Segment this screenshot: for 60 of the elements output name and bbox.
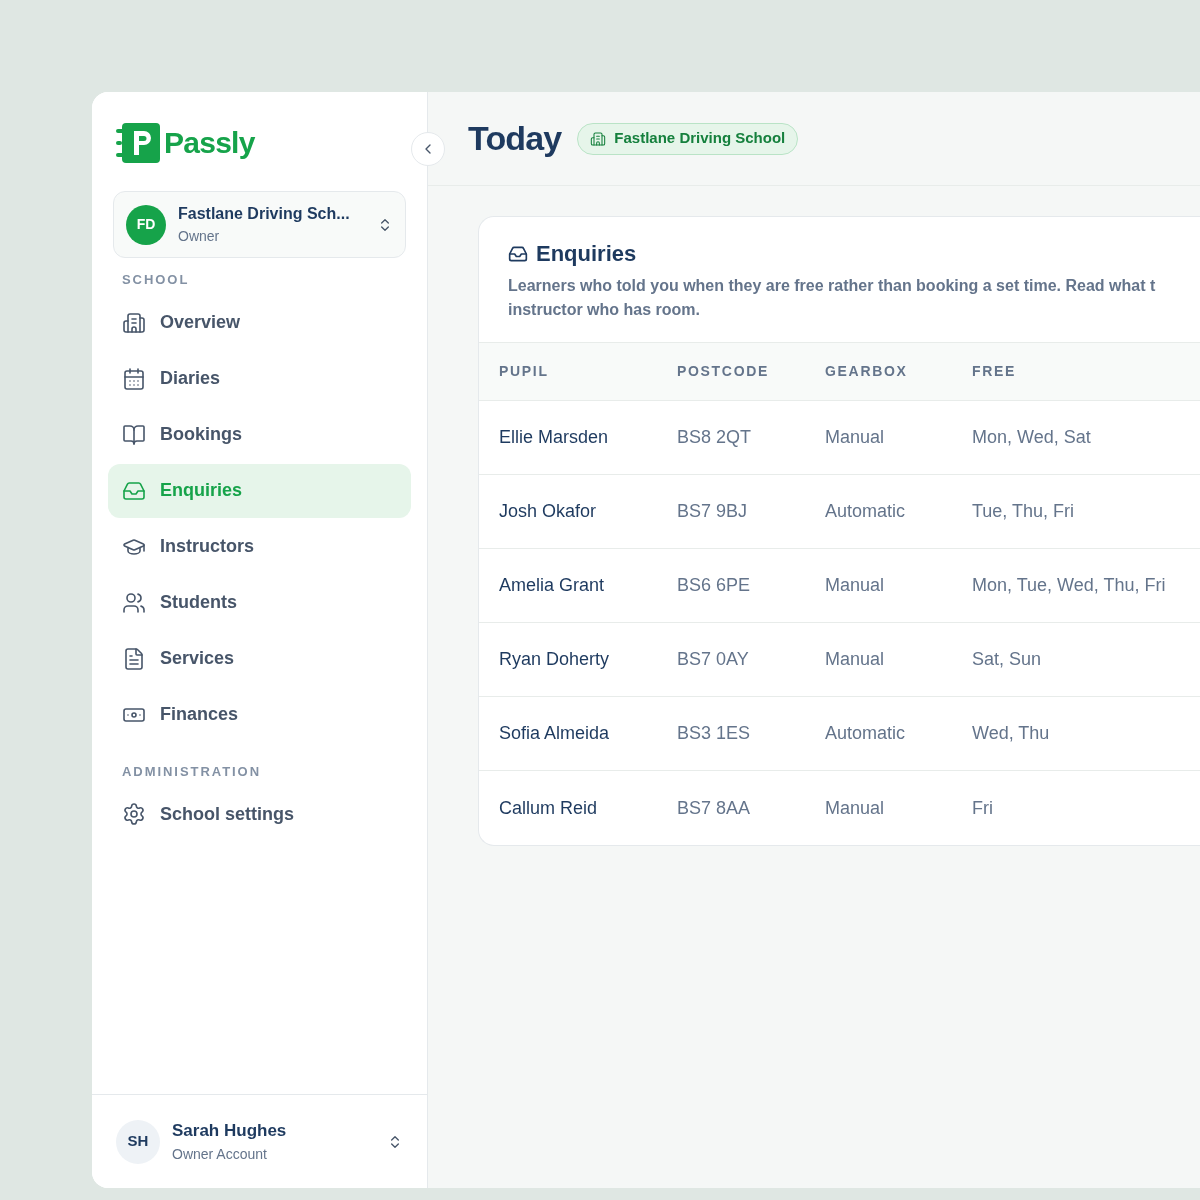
account-name: Fastlane Driving Sch... [178, 204, 351, 224]
table-cell-text: Automatic [825, 722, 907, 745]
nav-item[interactable]: School settings [108, 787, 411, 841]
user-avatar: SH [116, 1119, 160, 1164]
table-cell-text: BS6 6PE [677, 574, 752, 597]
logo-icon [116, 122, 160, 163]
table-cell-text: BS3 1ES [677, 722, 752, 745]
nav-item[interactable]: Overview [108, 295, 411, 350]
table-cell-text: Wed, Thu [972, 722, 1051, 745]
column-header: POSTCODE [677, 362, 770, 381]
user-role: Owner Account [172, 1144, 268, 1164]
account-switcher[interactable]: FD Fastlane Driving Sch... Owner [113, 191, 406, 258]
table-cell-text: Sat, Sun [972, 648, 1043, 671]
account-avatar: FD [126, 204, 166, 245]
user-name: Sarah Hughes [172, 1120, 288, 1143]
document-icon [122, 646, 146, 671]
logo-text: Passly [164, 125, 255, 161]
building-icon [122, 310, 146, 335]
column-header: FREE [972, 362, 1018, 381]
table-cell-text: Ryan Doherty [499, 648, 611, 671]
card-title: Enquiries [536, 240, 637, 268]
table-cell-text: Manual [825, 796, 886, 820]
table-cell-text: Callum Reid [499, 796, 599, 820]
section-heading: ADMINISTRATION [121, 762, 262, 781]
table-cell-text: Sofia Almeida [499, 722, 611, 745]
table-cell-text: BS7 8AA [677, 796, 752, 820]
collapse-sidebar-button[interactable] [411, 132, 445, 166]
nav-item[interactable]: Finances [108, 687, 411, 742]
column-header: PUPIL [499, 362, 550, 381]
settings-icon [122, 802, 146, 826]
nav-item[interactable]: Services [108, 631, 411, 686]
nav-item[interactable]: Bookings [108, 407, 411, 462]
table-cell-text: Mon, Wed, Sat [972, 426, 1092, 449]
user-menu[interactable]: SH Sarah Hughes Owner Account [92, 1094, 427, 1188]
table-cell-text: Manual [825, 648, 886, 671]
table-cell-text: Amelia Grant [499, 574, 606, 597]
account-role: Owner [178, 227, 221, 246]
users-icon [122, 590, 146, 615]
table-cell-text: BS7 9BJ [677, 500, 749, 523]
table-cell-text: Josh Okafor [499, 500, 598, 523]
table-cell-text: Tue, Thu, Fri [972, 500, 1076, 523]
table-cell-text: BS7 0AY [677, 648, 750, 671]
page-title: Today [468, 118, 562, 159]
section-heading: SCHOOL [121, 271, 191, 289]
table-cell-text: Mon, Tue, Wed, Thu, Fri [972, 574, 1167, 597]
card-description: Learners who told you when they are free rather than booking a set time. Read what t instructor who has room. [508, 276, 1157, 320]
building-icon [590, 130, 607, 147]
book-icon [122, 422, 146, 447]
table-cell-text: Manual [825, 426, 886, 449]
table-cell-text: Fri [972, 796, 994, 820]
nav-item[interactable]: Diaries [108, 351, 411, 406]
table-cell-text: Manual [825, 574, 886, 597]
calendar-icon [122, 366, 146, 391]
nav-item[interactable]: Instructors [108, 519, 411, 574]
school-badge: Fastlane Driving School [577, 122, 799, 155]
column-header: GEARBOX [825, 362, 909, 381]
table-cell-text: BS8 2QT [677, 426, 753, 449]
nav-item[interactable]: Students [108, 575, 411, 630]
table-cell-text: Automatic [825, 500, 907, 523]
table-cell-text: Ellie Marsden [499, 426, 610, 449]
